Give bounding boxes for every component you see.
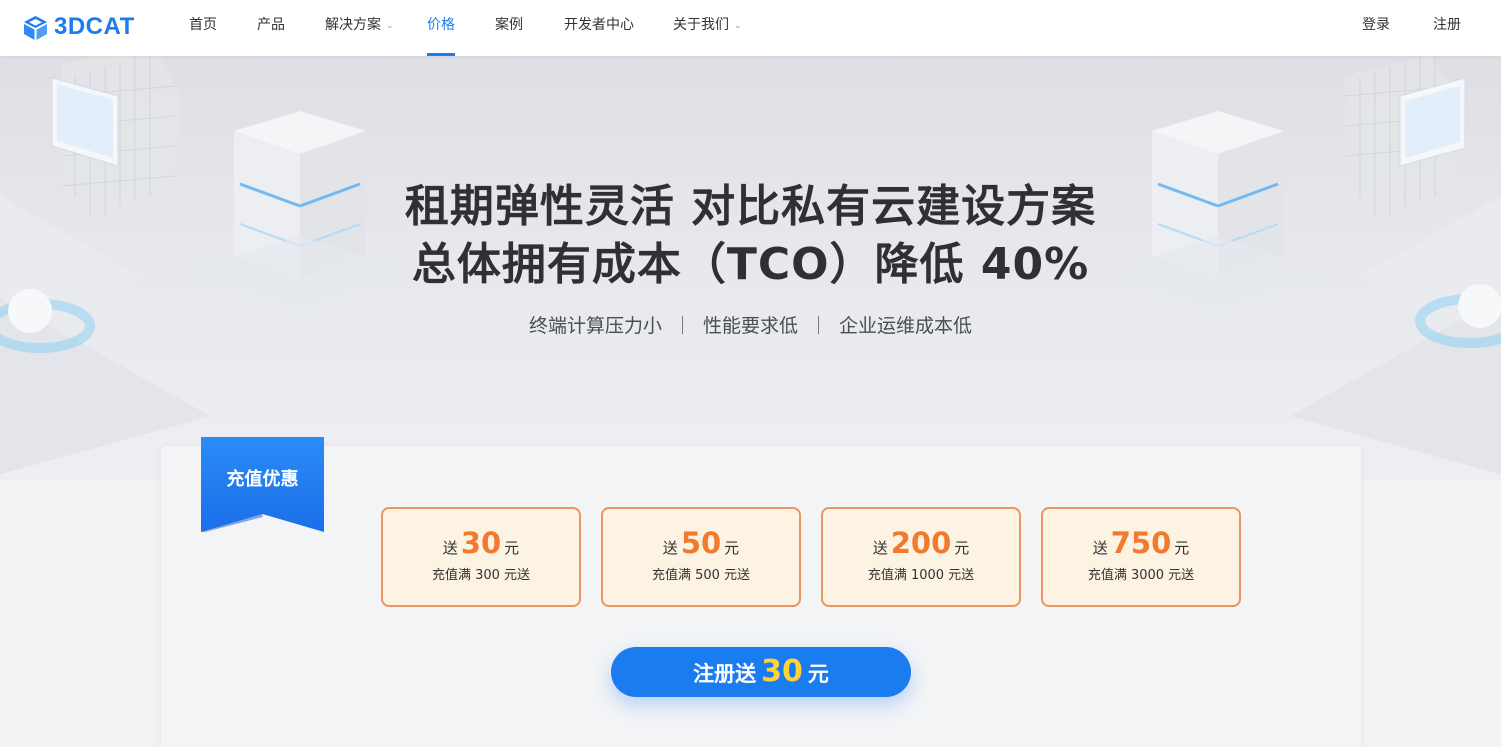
cta-amount: 30 — [761, 654, 803, 689]
feature-divider — [818, 315, 819, 334]
feature-divider — [681, 315, 683, 334]
cta-unit: 元 — [807, 662, 829, 686]
tier-bonus: 送 200 元 — [823, 526, 1019, 560]
cta-prefix: 注册送 — [693, 662, 757, 686]
recharge-tier-300[interactable]: 送 30 元 充值满 300 元送 — [381, 507, 581, 607]
tier-bonus: 送 750 元 — [1043, 526, 1239, 560]
hero-title-line2: 总体拥有成本（TCO）降低 40% — [411, 239, 1090, 290]
nav-item-label: 关于我们 — [673, 17, 729, 33]
cube-logo-icon — [24, 15, 47, 40]
nav-item-label: 解决方案 — [325, 17, 381, 33]
tier-amount: 200 — [890, 526, 952, 560]
hero-feature: 终端计算压力小 — [528, 315, 662, 337]
tier-amount: 30 — [460, 526, 502, 560]
hero-banner: 租期弹性灵活 对比私有云建设方案 总体拥有成本（TCO）降低 40% 终端计算压… — [0, 56, 1501, 480]
brand-name: 3DCAT — [54, 13, 135, 40]
hero-title-line1: 租期弹性灵活 对比私有云建设方案 — [404, 181, 1097, 232]
register-link[interactable]: 注册 — [1433, 0, 1461, 56]
login-link[interactable]: 登录 — [1362, 0, 1390, 56]
recharge-tier-1000[interactable]: 送 200 元 充值满 1000 元送 — [821, 507, 1021, 607]
nav-item-home[interactable]: 首页 — [189, 0, 217, 56]
chevron-down-icon: ⌄ — [386, 21, 394, 31]
tier-unit: 元 — [954, 539, 970, 557]
tier-prefix: 送 — [872, 539, 888, 557]
tier-prefix: 送 — [442, 539, 458, 557]
tier-unit: 元 — [1174, 539, 1190, 557]
nav-item-solutions[interactable]: 解决方案 ⌄ — [325, 0, 394, 56]
tier-condition: 充值满 300 元送 — [431, 568, 531, 583]
tier-unit: 元 — [504, 539, 520, 557]
hero-feature: 企业运维成本低 — [839, 315, 973, 337]
top-nav: 3DCAT 首页 产品 解决方案 ⌄ 价格 案例 开发者中心 关于我们 ⌄ 登录 注… — [0, 0, 1501, 56]
hero-feature: 性能要求低 — [702, 315, 798, 337]
nav-item-pricing[interactable]: 价格 — [427, 0, 455, 56]
tier-condition: 充值满 3000 元送 — [1087, 568, 1195, 583]
tier-condition: 充值满 500 元送 — [651, 568, 751, 583]
nav-item-products[interactable]: 产品 — [257, 0, 285, 56]
nav-item-label: 产品 — [257, 17, 285, 33]
hero-feature-list: 终端计算压力小 性能要求低 企业运维成本低 — [0, 311, 1501, 338]
brand-logo[interactable]: 3DCAT — [22, 13, 135, 41]
nav-item-label: 开发者中心 — [564, 17, 634, 33]
nav-item-label: 价格 — [427, 17, 455, 33]
tier-bonus: 送 30 元 — [383, 526, 579, 560]
recharge-tier-500[interactable]: 送 50 元 充值满 500 元送 — [601, 507, 801, 607]
chevron-down-icon: ⌄ — [734, 21, 742, 31]
nav-item-about-us[interactable]: 关于我们 ⌄ — [673, 0, 742, 56]
login-label: 登录 — [1362, 17, 1390, 33]
tier-prefix: 送 — [662, 539, 678, 557]
recharge-tier-3000[interactable]: 送 750 元 充值满 3000 元送 — [1041, 507, 1241, 607]
tier-unit: 元 — [724, 539, 740, 557]
tier-condition: 充值满 1000 元送 — [867, 568, 975, 583]
promo-ribbon: 充值优惠 — [201, 437, 324, 532]
register-label: 注册 — [1433, 17, 1461, 33]
tier-bonus: 送 50 元 — [603, 526, 799, 560]
register-bonus-button[interactable]: 注册送 30 元 — [611, 647, 911, 697]
nav-item-cases[interactable]: 案例 — [495, 0, 523, 56]
tier-amount: 50 — [680, 526, 722, 560]
nav-item-developer-center[interactable]: 开发者中心 — [564, 0, 634, 56]
tier-prefix: 送 — [1092, 539, 1108, 557]
tier-amount: 750 — [1110, 526, 1172, 560]
ribbon-label: 充值优惠 — [226, 469, 299, 490]
nav-item-label: 案例 — [495, 17, 523, 33]
nav-item-label: 首页 — [189, 17, 217, 33]
